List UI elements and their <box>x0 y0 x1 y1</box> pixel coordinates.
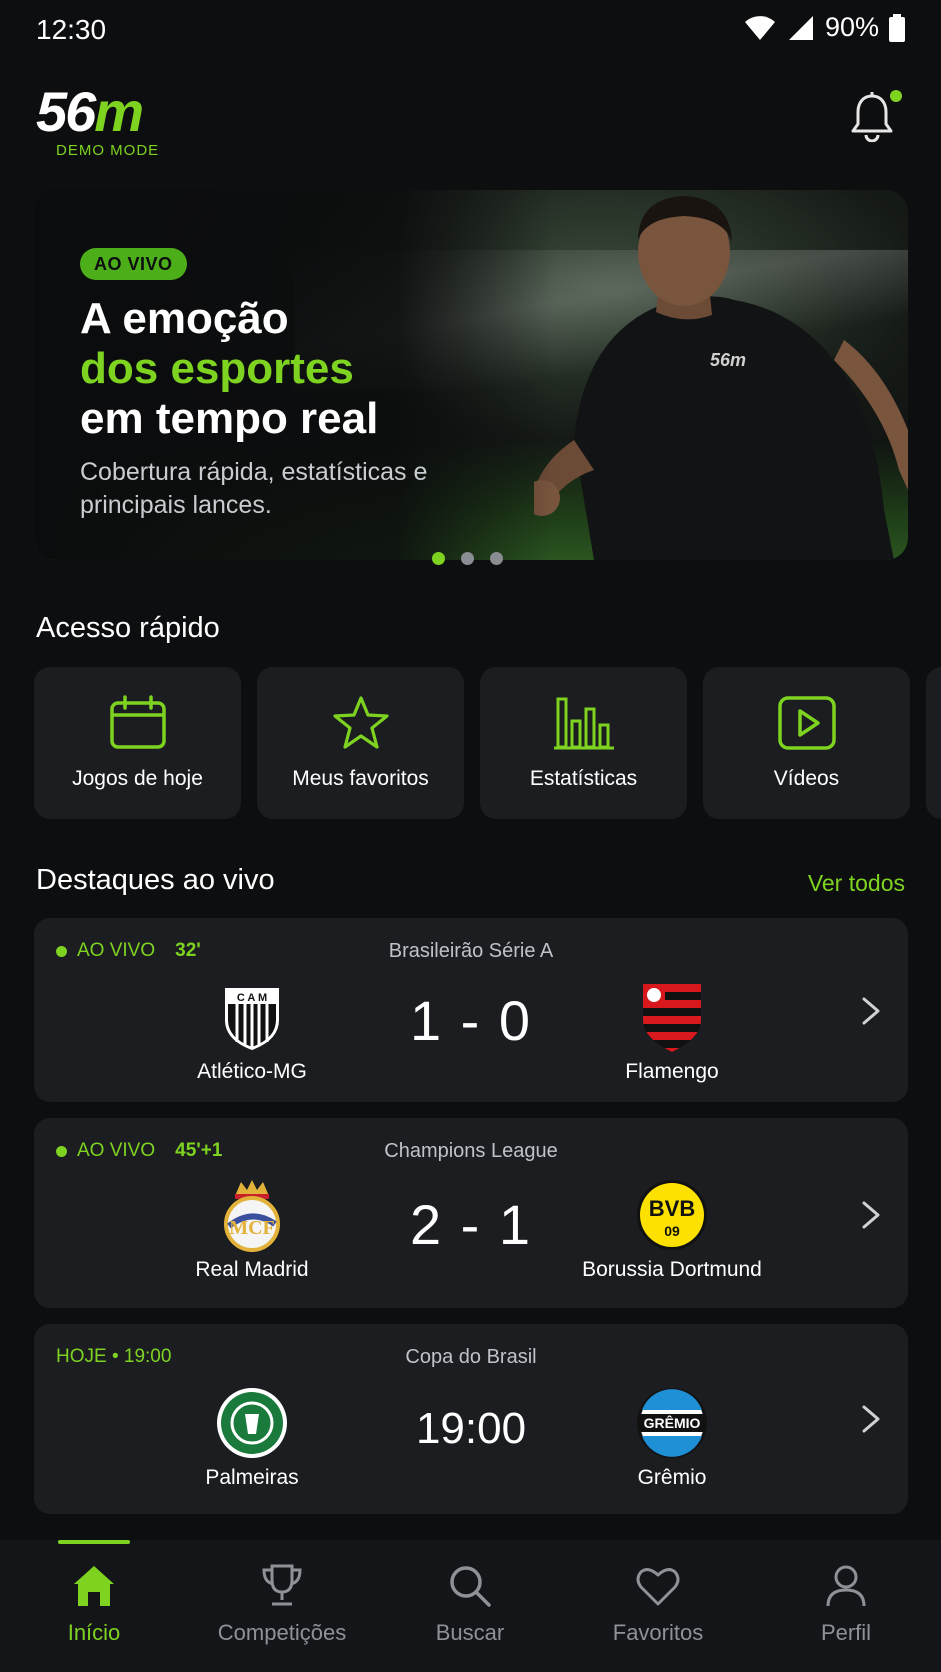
hero-title-line1: A emoção <box>80 294 289 343</box>
away-team: BVB 09 Borussia Dortmund <box>562 1178 782 1282</box>
battery-icon <box>889 13 905 42</box>
away-team: GRÊMIO Grêmio <box>562 1386 782 1490</box>
logo-number: 56 <box>36 80 96 143</box>
quick-card-label: Jogos de hoje <box>72 767 203 790</box>
svg-text:BVB: BVB <box>649 1196 695 1221</box>
nav-label: Buscar <box>435 1620 505 1645</box>
notifications-button[interactable] <box>850 88 902 144</box>
calendar-icon <box>109 695 166 749</box>
nav-label: Competições <box>217 1620 347 1645</box>
bottom-navigation: Início Competições Buscar Favoritos Perf… <box>0 1540 941 1672</box>
app-header: 56m DEMO MODE <box>0 78 941 168</box>
nav-label: Perfil <box>820 1620 872 1645</box>
hero-title-line3: em tempo real <box>80 394 379 443</box>
home-team-name: Atlético-MG <box>197 1060 307 1083</box>
quick-card-statistics[interactable]: Estatísticas <box>480 667 687 819</box>
chevron-right-icon <box>862 997 880 1025</box>
home-icon <box>74 1566 114 1606</box>
match-card[interactable]: AO VIVO 45'+1 Champions League MCF Real … <box>34 1118 908 1308</box>
hero-title: A emoção dos esportes em tempo real <box>80 294 560 444</box>
live-badge: AO VIVO <box>80 248 187 280</box>
match-league: Brasileirão Série A <box>388 940 554 962</box>
app-logo[interactable]: 56m DEMO MODE <box>36 84 160 160</box>
app-screen: 12:30 90% 56m DEMO MODE 56m AO VIVO A em… <box>0 0 941 1672</box>
demo-mode-label: DEMO MODE <box>56 142 160 159</box>
carousel-dots <box>432 552 503 565</box>
star-icon <box>332 696 389 749</box>
bar-chart-icon <box>553 697 614 750</box>
nav-label: Favoritos <box>612 1620 704 1645</box>
quick-card-today-games[interactable]: Jogos de hoje <box>34 667 241 819</box>
nav-label: Início <box>67 1620 121 1645</box>
away-team-name: Borussia Dortmund <box>582 1258 762 1281</box>
quick-card-videos[interactable]: Vídeos <box>703 667 910 819</box>
home-team-name: Real Madrid <box>195 1258 309 1281</box>
user-icon <box>826 1565 866 1607</box>
hero-title-line2: dos esportes <box>80 344 354 393</box>
play-icon <box>777 696 836 750</box>
hero-subtitle: Cobertura rápida, estatísticas e princip… <box>80 458 428 519</box>
away-team-name: Flamengo <box>625 1060 719 1083</box>
cell-signal-icon <box>788 15 813 40</box>
nav-active-indicator <box>58 1540 130 1544</box>
hero-banner[interactable]: 56m AO VIVO A emoção dos esportes em tem… <box>34 190 908 560</box>
bell-icon <box>851 92 893 142</box>
nav-item-home[interactable]: Início <box>0 1540 188 1672</box>
status-icons: 90% <box>743 12 905 43</box>
away-team: Flamengo <box>562 980 782 1084</box>
chevron-right-icon <box>862 1405 880 1433</box>
home-team-name: Palmeiras <box>205 1466 299 1489</box>
see-all-link[interactable]: Ver todos <box>808 870 905 897</box>
chevron-right-icon <box>862 1201 880 1229</box>
svg-text:GRÊMIO: GRÊMIO <box>644 1414 701 1431</box>
carousel-dot-3[interactable] <box>490 552 503 565</box>
status-time: 12:30 <box>36 14 107 45</box>
match-league: Champions League <box>384 1140 558 1162</box>
flamengo-crest-icon <box>643 984 701 1052</box>
wifi-icon <box>744 15 775 40</box>
match-card[interactable]: AO VIVO 32' Brasileirão Série A C A M At… <box>34 918 908 1102</box>
nav-item-search[interactable]: Buscar <box>376 1540 564 1672</box>
quick-card-label: Vídeos <box>773 767 840 790</box>
match-card[interactable]: HOJE • 19:00 Copa do Brasil Palmeiras 19… <box>34 1324 908 1514</box>
nav-item-profile[interactable]: Perfil <box>752 1540 940 1672</box>
heart-icon <box>636 1568 680 1606</box>
quick-access-row: Jogos de hoje Meus favoritos Estatística… <box>34 667 910 819</box>
notification-dot <box>890 90 902 102</box>
carousel-dot-1[interactable] <box>432 552 445 565</box>
battery-percent: 90% <box>824 12 879 42</box>
svg-text:09: 09 <box>664 1223 680 1239</box>
logo-letter: m <box>94 80 144 143</box>
jersey-logo: 56m <box>710 350 746 370</box>
player-image: 56m <box>534 196 908 560</box>
match-league: Copa do Brasil <box>405 1346 537 1368</box>
away-team-name: Grêmio <box>637 1466 707 1489</box>
quick-card-favorites[interactable]: Meus favoritos <box>257 667 464 819</box>
live-highlights-title: Destaques ao vivo <box>36 864 275 896</box>
quick-card-label: Estatísticas <box>529 767 638 790</box>
nav-item-favorites[interactable]: Favoritos <box>564 1540 752 1672</box>
search-icon <box>450 1566 491 1607</box>
carousel-dot-2[interactable] <box>461 552 474 565</box>
borussia-dortmund-crest-icon: BVB 09 <box>637 1180 707 1250</box>
quick-card-label: Meus favoritos <box>292 767 429 790</box>
trophy-icon <box>262 1564 302 1606</box>
nav-item-competitions[interactable]: Competições <box>188 1540 376 1672</box>
gremio-crest-icon: GRÊMIO <box>637 1388 707 1458</box>
quick-access-title: Acesso rápido <box>36 612 220 644</box>
quick-card-peek[interactable] <box>926 667 941 819</box>
status-bar: 12:30 90% <box>0 0 941 60</box>
